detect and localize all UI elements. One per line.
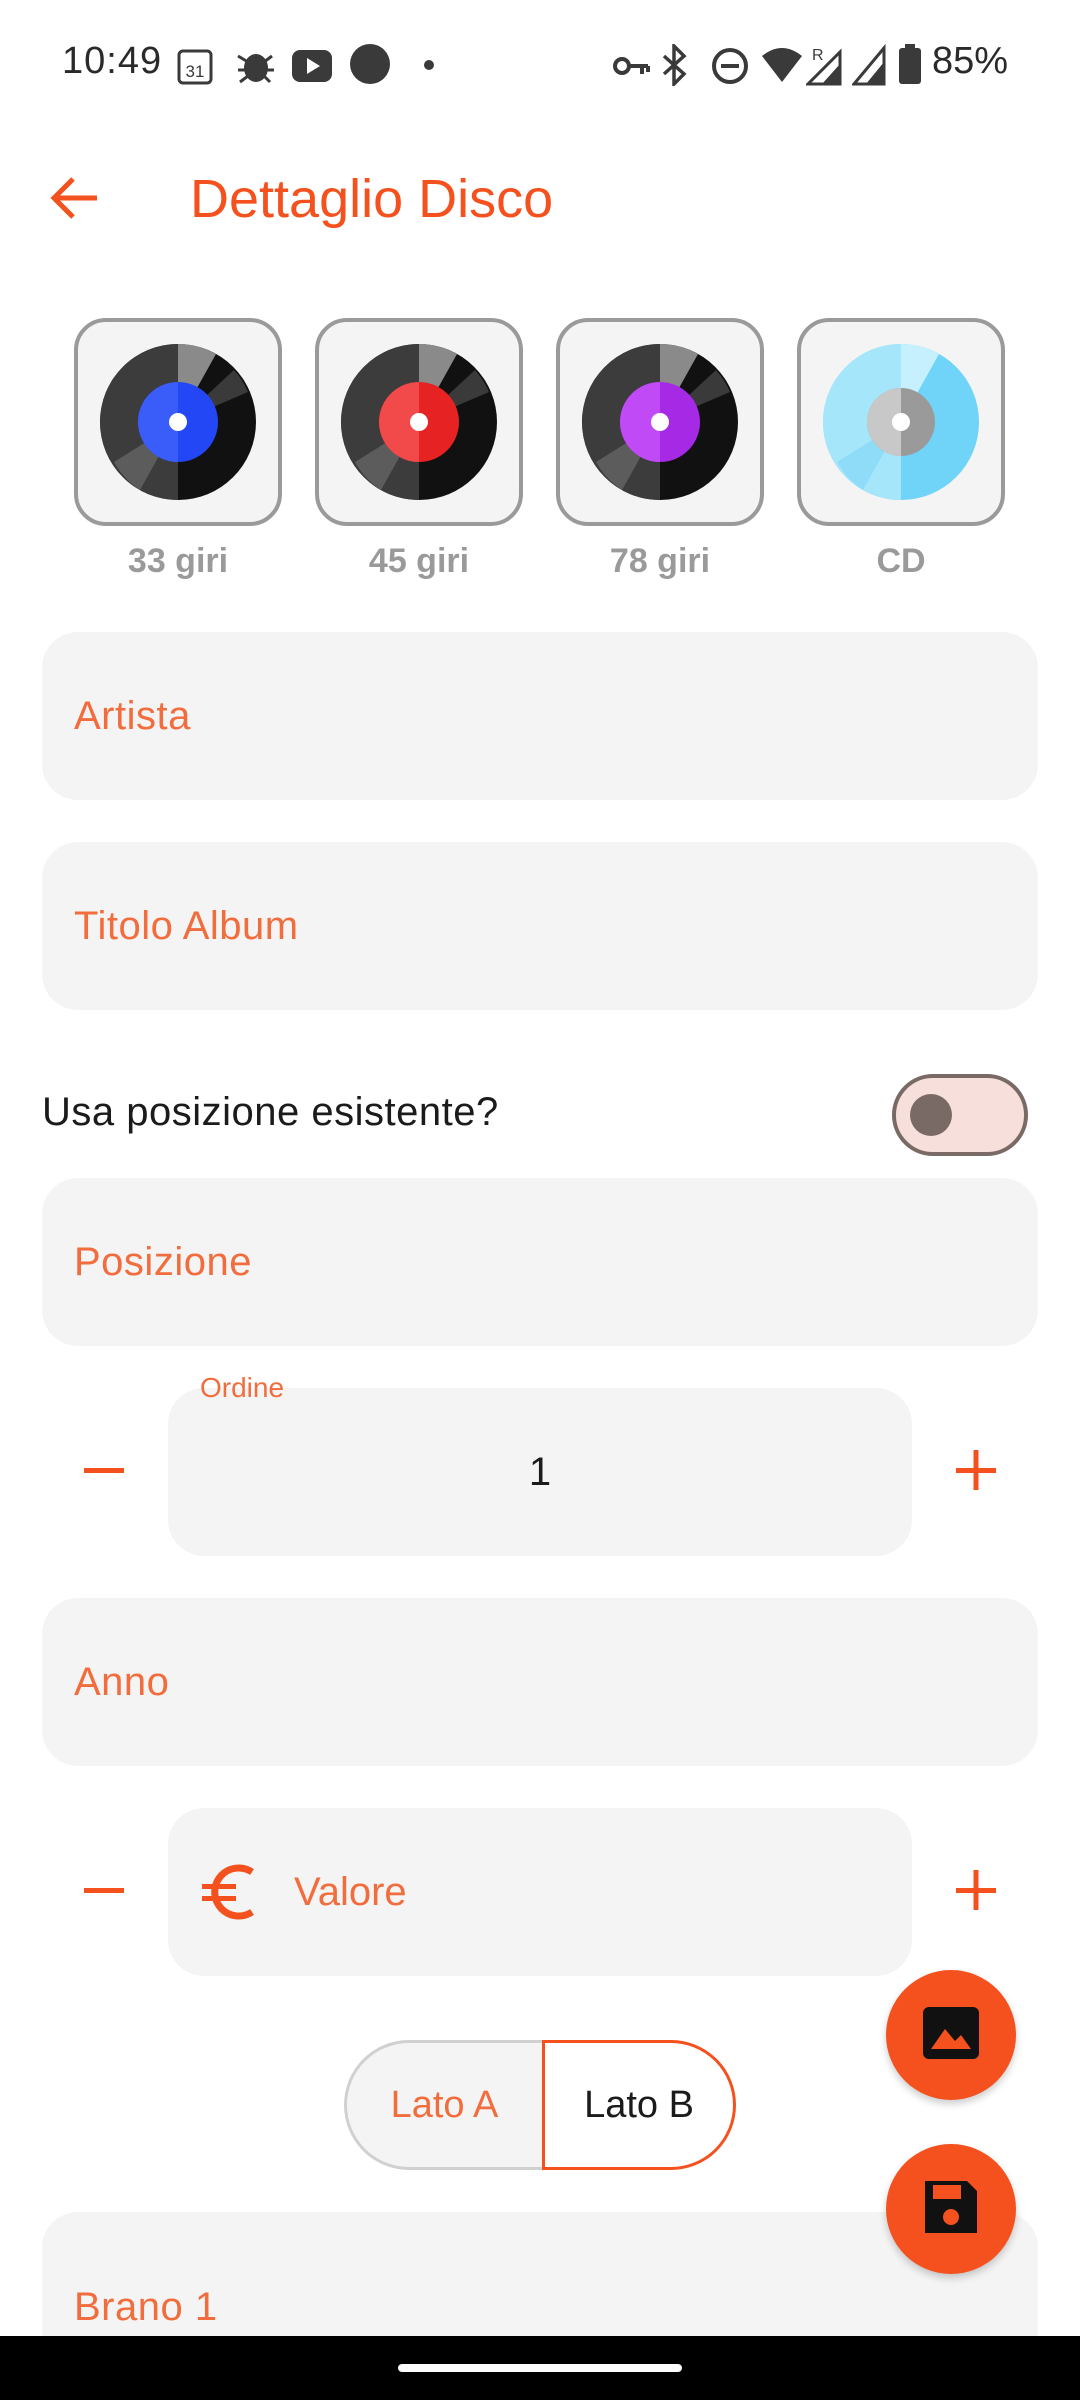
- order-label: Ordine: [200, 1372, 285, 1403]
- home-handle[interactable]: [398, 2364, 682, 2372]
- dot-icon: [424, 60, 434, 70]
- status-time: 10:49: [62, 40, 163, 82]
- year-label: Anno: [74, 1659, 170, 1704]
- existing-position-switch[interactable]: [892, 1074, 1028, 1156]
- page-title: Dettaglio Disco: [190, 169, 554, 229]
- save-icon: [921, 2177, 981, 2242]
- vpn-key-icon: [612, 48, 652, 84]
- euro-icon: [200, 1860, 260, 1924]
- status-bar: 10:49 31 R 85%: [0, 0, 1080, 128]
- album-title-field[interactable]: Titolo Album: [42, 842, 1038, 1010]
- wifi-icon: [760, 44, 804, 84]
- order-value: 1: [528, 1449, 552, 1494]
- value-field[interactable]: Valore: [168, 1808, 912, 1976]
- position-label: Posizione: [74, 1239, 252, 1284]
- value-label: Valore: [294, 1869, 407, 1914]
- format-cd-button[interactable]: [797, 318, 1005, 526]
- dnd-icon: [710, 46, 750, 86]
- value-decrement-button[interactable]: [64, 1852, 144, 1932]
- side-a-button[interactable]: Lato A: [344, 2040, 542, 2170]
- existing-position-label: Usa posizione esistente?: [42, 1090, 499, 1134]
- order-field[interactable]: 1: [168, 1388, 912, 1556]
- save-button[interactable]: [886, 2144, 1016, 2274]
- order-decrement-button[interactable]: [64, 1432, 144, 1512]
- image-icon: [921, 2005, 981, 2066]
- vinyl-45-icon: [341, 344, 497, 500]
- signal-icon: [850, 43, 888, 86]
- vinyl-33-icon: [100, 344, 256, 500]
- format-78-button[interactable]: [556, 318, 764, 526]
- bluetooth-icon: [660, 41, 690, 89]
- switch-knob: [910, 1094, 952, 1136]
- youtube-icon: [290, 48, 334, 84]
- position-field[interactable]: Posizione: [42, 1178, 1038, 1346]
- add-image-button[interactable]: [886, 1970, 1016, 2100]
- bug-icon: [234, 46, 276, 86]
- minus-icon: [82, 1868, 126, 1917]
- format-cd-label: CD: [876, 542, 926, 580]
- calendar-icon: 31: [176, 46, 216, 86]
- signal-roaming-icon: R: [804, 44, 846, 86]
- plus-icon: [954, 1448, 998, 1497]
- vinyl-78-icon: [582, 344, 738, 500]
- plus-icon: [954, 1868, 998, 1917]
- battery-icon: [898, 44, 922, 84]
- battery-percentage: 85%: [932, 40, 1009, 82]
- cd-icon: [823, 344, 979, 500]
- order-increment-button[interactable]: [936, 1432, 1016, 1512]
- side-b-button[interactable]: Lato B: [542, 2040, 736, 2170]
- format-78-label: 78 giri: [609, 542, 711, 580]
- back-button[interactable]: [34, 160, 114, 240]
- svg-text:31: 31: [186, 62, 205, 81]
- circle-icon: [350, 44, 390, 84]
- format-45-button[interactable]: [315, 318, 523, 526]
- arrow-back-icon: [49, 175, 99, 226]
- album-title-label: Titolo Album: [74, 903, 299, 948]
- format-33-label: 33 giri: [127, 542, 229, 580]
- format-33-button[interactable]: [74, 318, 282, 526]
- minus-icon: [82, 1448, 126, 1497]
- artist-field[interactable]: Artista: [42, 632, 1038, 800]
- value-increment-button[interactable]: [936, 1852, 1016, 1932]
- artist-label: Artista: [74, 693, 191, 738]
- year-field[interactable]: Anno: [42, 1598, 1038, 1766]
- format-45-label: 45 giri: [368, 542, 470, 580]
- svg-text:R: R: [812, 47, 824, 64]
